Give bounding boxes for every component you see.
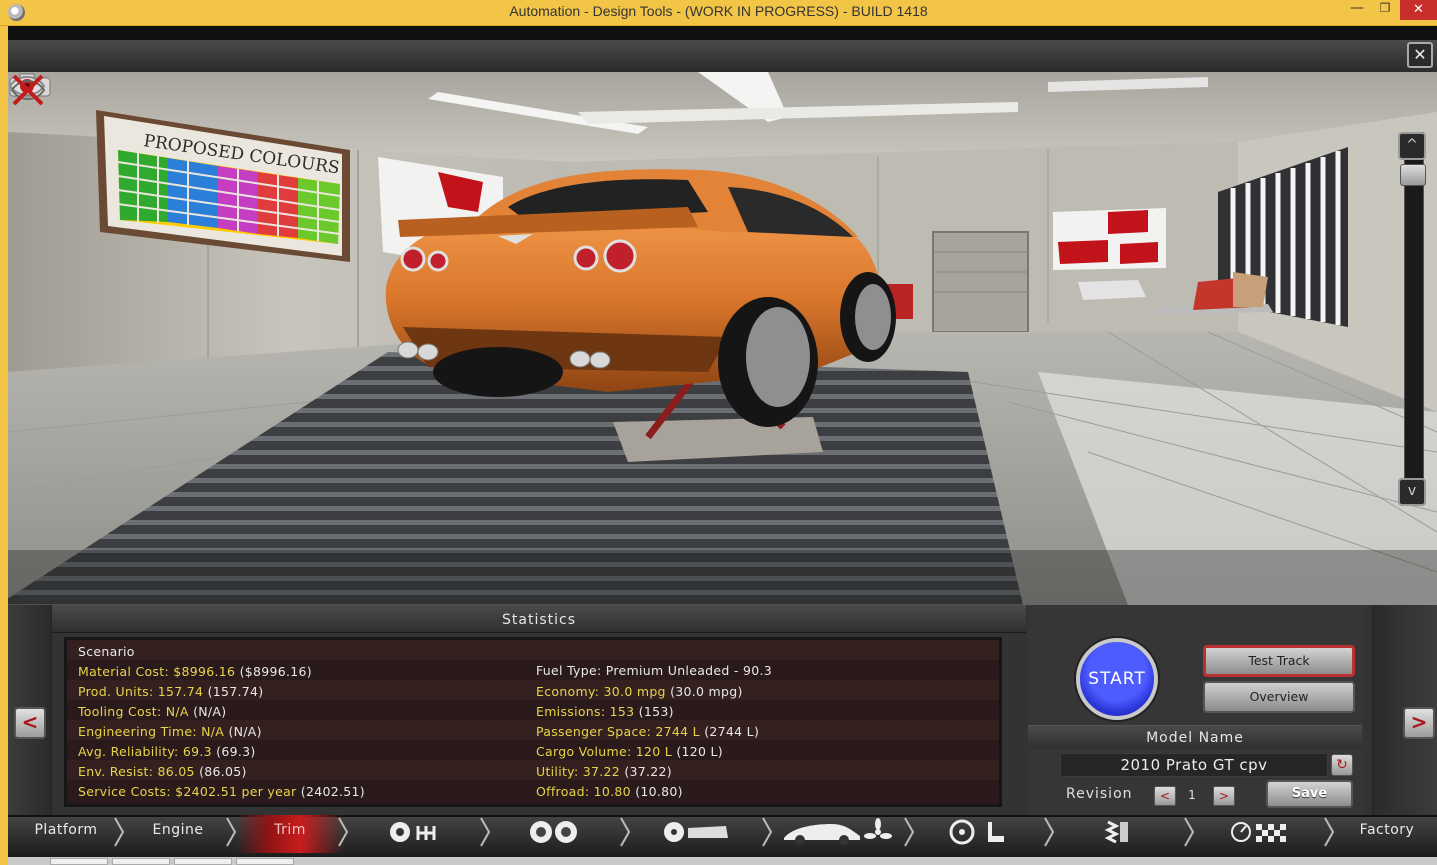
- stat-previous-value: (10.80): [635, 784, 683, 799]
- wheels-icon[interactable]: [528, 818, 580, 846]
- revision-label: Revision: [1066, 786, 1133, 802]
- stat-right-row: Utility: 37.22 (37.22): [536, 764, 672, 779]
- nav-factory[interactable]: Factory: [1345, 815, 1429, 853]
- stat-value: Cargo Volume: 120 L: [536, 744, 673, 759]
- interior-icon[interactable]: [948, 818, 1008, 846]
- stat-value: Tooling Cost: N/A: [78, 704, 189, 719]
- stat-right-row: Economy: 30.0 mpg (30.0 mpg): [536, 684, 743, 699]
- stat-value: Passenger Space: 2744 L: [536, 724, 700, 739]
- chevron-right-icon: [1324, 817, 1335, 847]
- body-aero-icon[interactable]: [782, 818, 892, 846]
- revision-value: 1: [1188, 788, 1196, 802]
- stat-previous-value: (69.3): [216, 744, 256, 759]
- start-button[interactable]: START: [1076, 638, 1158, 720]
- stat-value: Material Cost: $8996.16: [78, 664, 236, 679]
- chevron-right-icon: [620, 817, 631, 847]
- stat-left-row: Tooling Cost: N/A (N/A): [78, 704, 226, 719]
- close-viewport-button[interactable]: ✕: [1407, 42, 1433, 68]
- revision-prev-button[interactable]: <: [1154, 786, 1176, 806]
- garage-scene: PROPOSED COLOURS: [8, 72, 1437, 605]
- viewport-header: [8, 40, 1437, 72]
- revision-next-button[interactable]: >: [1213, 786, 1235, 806]
- top-strip: [8, 26, 1437, 40]
- stat-value: Env. Resist: 86.05: [78, 764, 195, 779]
- stat-previous-value: (120 L): [676, 744, 723, 759]
- stat-left-row: Env. Resist: 86.05 (86.05): [78, 764, 247, 779]
- fuel-type: Fuel Type: Premium Unleaded - 90.3: [536, 663, 772, 678]
- stat-value: Offroad: 10.80: [536, 784, 631, 799]
- stat-previous-value: (N/A): [193, 704, 227, 719]
- model-name-header: Model Name: [1028, 725, 1362, 749]
- zoom-slider-thumb[interactable]: [1400, 164, 1426, 186]
- stat-previous-value: (157.74): [207, 684, 264, 699]
- gearbox-icon[interactable]: [388, 818, 444, 846]
- window-frame: [0, 26, 8, 865]
- chevron-right-icon: [338, 817, 349, 847]
- chevron-right-icon: [904, 817, 915, 847]
- nav-trim[interactable]: Trim: [236, 815, 344, 853]
- stat-value: Service Costs: $2402.51 per year: [78, 784, 297, 799]
- statistics-header: Statistics: [52, 605, 1026, 633]
- chevron-right-icon: [762, 817, 773, 847]
- stat-value: Emissions: 153: [536, 704, 635, 719]
- taskbar-strip: [8, 857, 1437, 865]
- stat-previous-value: (2744 L): [704, 724, 760, 739]
- chevron-right-icon: [114, 817, 125, 847]
- zoom-up-button[interactable]: ^: [1398, 132, 1426, 160]
- overview-button[interactable]: Overview: [1203, 681, 1355, 713]
- stat-previous-value: (153): [638, 704, 674, 719]
- stat-left-row: Prod. Units: 157.74 (157.74): [78, 684, 263, 699]
- stat-left-row: Service Costs: $2402.51 per year (2402.5…: [78, 784, 365, 799]
- statistics-box: [64, 637, 1002, 807]
- stat-right-row: Cargo Volume: 120 L (120 L): [536, 744, 723, 759]
- stat-value: Utility: 37.22: [536, 764, 621, 779]
- stat-previous-value: (2402.51): [300, 784, 365, 799]
- stat-right-row: Emissions: 153 (153): [536, 704, 674, 719]
- stat-left-row: Engineering Time: N/A (N/A): [78, 724, 262, 739]
- refresh-icon[interactable]: ↻: [1331, 754, 1353, 776]
- stat-value: Economy: 30.0 mpg: [536, 684, 666, 699]
- next-page-button[interactable]: >: [1403, 707, 1435, 739]
- stat-value: Avg. Reliability: 69.3: [78, 744, 212, 759]
- hide-car-icon[interactable]: [8, 72, 48, 108]
- stat-left-row: Avg. Reliability: 69.3 (69.3): [78, 744, 256, 759]
- test-track-button[interactable]: Test Track: [1203, 645, 1355, 677]
- zoom-down-button[interactable]: v: [1398, 478, 1426, 506]
- close-window-button[interactable]: ✕: [1400, 0, 1437, 20]
- stat-previous-value: (30.0 mpg): [670, 684, 743, 699]
- chevron-right-icon: [1044, 817, 1055, 847]
- 3d-viewport[interactable]: PROPOSED COLOURS ^ v: [8, 72, 1437, 605]
- stat-value: Prod. Units: 157.74: [78, 684, 204, 699]
- chevron-right-icon: [480, 817, 491, 847]
- save-button[interactable]: Save: [1266, 780, 1353, 808]
- stat-right-row: Passenger Space: 2744 L (2744 L): [536, 724, 759, 739]
- test-results-icon[interactable]: [1230, 818, 1290, 846]
- maximize-button[interactable]: ❐: [1372, 0, 1398, 22]
- stat-left-row: Material Cost: $8996.16 ($8996.16): [78, 664, 312, 679]
- stat-previous-value: ($8996.16): [239, 664, 312, 679]
- scenario-label: Scenario: [78, 644, 135, 659]
- stat-previous-value: (86.05): [199, 764, 247, 779]
- window-titlebar: Automation - Design Tools - (WORK IN PRO…: [0, 0, 1437, 26]
- brakes-chassis-icon[interactable]: [662, 818, 730, 846]
- stat-previous-value: (N/A): [228, 724, 262, 739]
- chevron-right-icon: [1184, 817, 1195, 847]
- window-title: Automation - Design Tools - (WORK IN PRO…: [509, 3, 928, 19]
- model-name-field[interactable]: 2010 Prato GT cpv: [1060, 753, 1328, 777]
- nav-engine[interactable]: Engine: [135, 815, 221, 853]
- previous-page-button[interactable]: <: [14, 707, 46, 739]
- nav-platform[interactable]: Platform: [20, 815, 112, 853]
- stat-previous-value: (37.22): [624, 764, 672, 779]
- stat-value: Engineering Time: N/A: [78, 724, 225, 739]
- minimize-button[interactable]: —: [1344, 0, 1370, 22]
- stat-right-row: Offroad: 10.80 (10.80): [536, 784, 683, 799]
- chevron-right-icon: [226, 817, 237, 847]
- suspension-icon[interactable]: [1100, 818, 1136, 846]
